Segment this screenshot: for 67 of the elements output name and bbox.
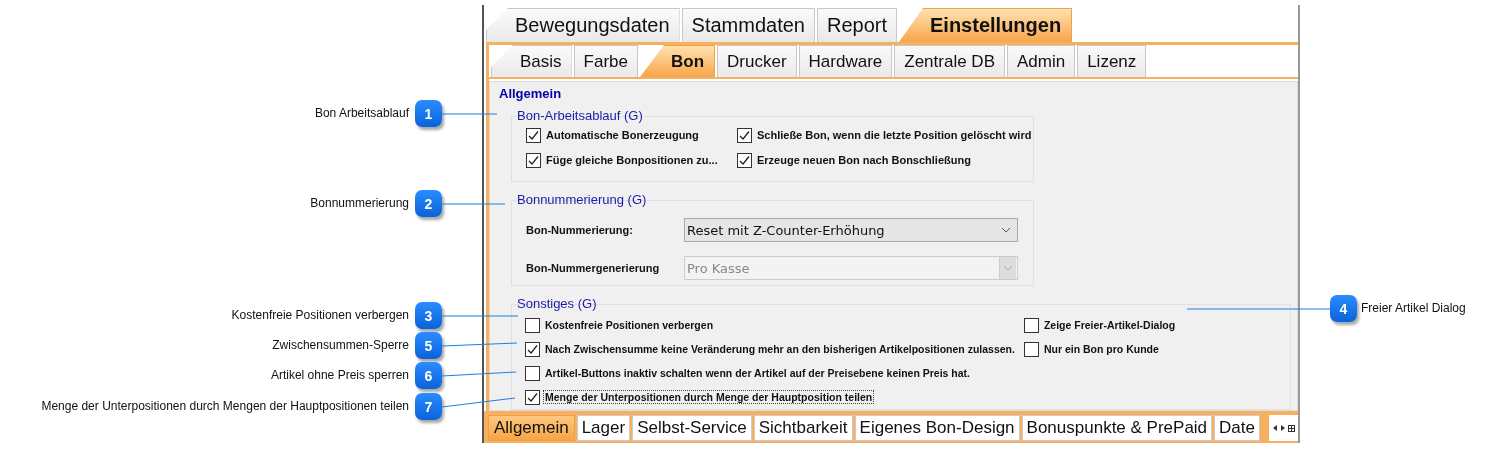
number-badge: 3 bbox=[415, 302, 442, 329]
tab[interactable]: Zentrale DB bbox=[894, 45, 1005, 77]
callout-label: Bon Arbeitsablauf bbox=[314, 106, 409, 120]
group-title: Bon-Arbeitsablauf (G) bbox=[516, 108, 643, 123]
tab[interactable]: Sichtbarkeit bbox=[753, 415, 853, 441]
checkbox[interactable] bbox=[526, 152, 541, 168]
field-label: Bon-Nummerierung: bbox=[525, 224, 634, 236]
chevron-down-icon bbox=[1001, 227, 1011, 233]
tab[interactable]: Bewegungsdaten bbox=[486, 8, 680, 42]
tab[interactable]: Date bbox=[1214, 415, 1260, 441]
scroll-left-icon[interactable] bbox=[1272, 424, 1278, 432]
checkbox-label: Menge der Unterpositionen durch Menge der Hauptposition teilen bbox=[544, 391, 874, 403]
tab[interactable]: Einstellungen bbox=[899, 8, 1073, 42]
scroll-right-icon[interactable] bbox=[1280, 424, 1286, 432]
checkbox-label: Zeige Freier-Artikel-Dialog bbox=[1042, 319, 1177, 331]
chevron-down-icon bbox=[1003, 265, 1013, 271]
tab-list-icon[interactable] bbox=[1288, 424, 1295, 432]
group-title: Bonnummerierung (G) bbox=[516, 192, 647, 207]
checkbox[interactable] bbox=[525, 341, 540, 357]
checkbox[interactable] bbox=[1023, 341, 1039, 357]
leader-line bbox=[442, 203, 505, 205]
checkbox-label: Nach Zwischensumme keine Veränderung mehr an den bisherigen Artikelpositionen zulassen. bbox=[544, 343, 1016, 355]
number-badge: 6 bbox=[415, 362, 442, 389]
callout-label: Menge der Unterpositionen durch Mengen der Hauptpositionen teilen bbox=[41, 399, 409, 413]
number-badge: 7 bbox=[415, 393, 442, 420]
dropdown-field[interactable]: Reset mit Z-Counter-Erhöhung bbox=[684, 218, 1018, 242]
checkbox-label: Nur ein Bon pro Kunde bbox=[1042, 343, 1160, 355]
checkbox[interactable] bbox=[525, 317, 540, 333]
tab[interactable]: Bonuspunkte & PrePaid bbox=[1021, 415, 1213, 441]
checkbox[interactable] bbox=[737, 152, 752, 168]
callout-label: Freier Artikel Dialog bbox=[1361, 301, 1466, 315]
number-badge: 2 bbox=[415, 190, 442, 217]
tab[interactable]: Hardware bbox=[798, 45, 893, 77]
number-badge: 5 bbox=[415, 332, 442, 359]
checkbox-label: Füge gleiche Bonpositionen zu... bbox=[545, 154, 719, 166]
tab[interactable]: Allgemein bbox=[488, 415, 575, 441]
checkbox-label: Erzeuge neuen Bon nach Bonschließung bbox=[756, 154, 972, 166]
field-label: Bon-Nummergenerierung bbox=[525, 262, 661, 274]
checkbox[interactable] bbox=[737, 127, 752, 143]
callout-label: Bonnummerierung bbox=[310, 196, 409, 210]
section-title: Allgemein bbox=[498, 85, 563, 101]
tab[interactable]: Lager bbox=[576, 415, 631, 441]
tab[interactable]: Eigenes Bon-Design bbox=[854, 415, 1020, 441]
checkbox[interactable] bbox=[525, 365, 540, 381]
tab[interactable]: Report bbox=[816, 8, 897, 42]
leader-line bbox=[442, 113, 497, 115]
checkbox-label: Kostenfreie Positionen verbergen bbox=[544, 319, 715, 331]
checkbox[interactable] bbox=[525, 389, 540, 405]
checkbox-label: Automatische Bonerzeugung bbox=[545, 129, 700, 141]
callout-label: Kostenfreie Positionen verbergen bbox=[231, 308, 409, 322]
callout-label: Zwischensummen-Sperre bbox=[272, 338, 409, 352]
checkbox[interactable] bbox=[526, 127, 541, 143]
tab[interactable]: Drucker bbox=[717, 45, 797, 77]
tab[interactable]: Selbst-Service bbox=[632, 415, 752, 441]
group-title: Sonstiges (G) bbox=[516, 296, 597, 311]
checkbox[interactable] bbox=[1023, 317, 1039, 333]
tab[interactable]: Stammdaten bbox=[681, 8, 815, 42]
tab[interactable]: Farbe bbox=[573, 45, 638, 77]
checkbox-label: Artikel-Buttons inaktiv schalten wenn der Artikel auf der Preisebene keinen Preis hat. bbox=[544, 367, 971, 379]
number-badge: 1 bbox=[415, 100, 442, 127]
tab[interactable]: Basis bbox=[491, 45, 572, 77]
tab[interactable]: Admin bbox=[1006, 45, 1076, 77]
callout-label: Artikel ohne Preis sperren bbox=[270, 368, 409, 382]
tab[interactable]: Bon bbox=[640, 45, 716, 77]
number-badge: 4 bbox=[1330, 295, 1357, 322]
tab[interactable]: Lizenz bbox=[1077, 45, 1147, 77]
checkbox-label: Schließe Bon, wenn die letzte Position gelöscht wird bbox=[756, 129, 1033, 141]
